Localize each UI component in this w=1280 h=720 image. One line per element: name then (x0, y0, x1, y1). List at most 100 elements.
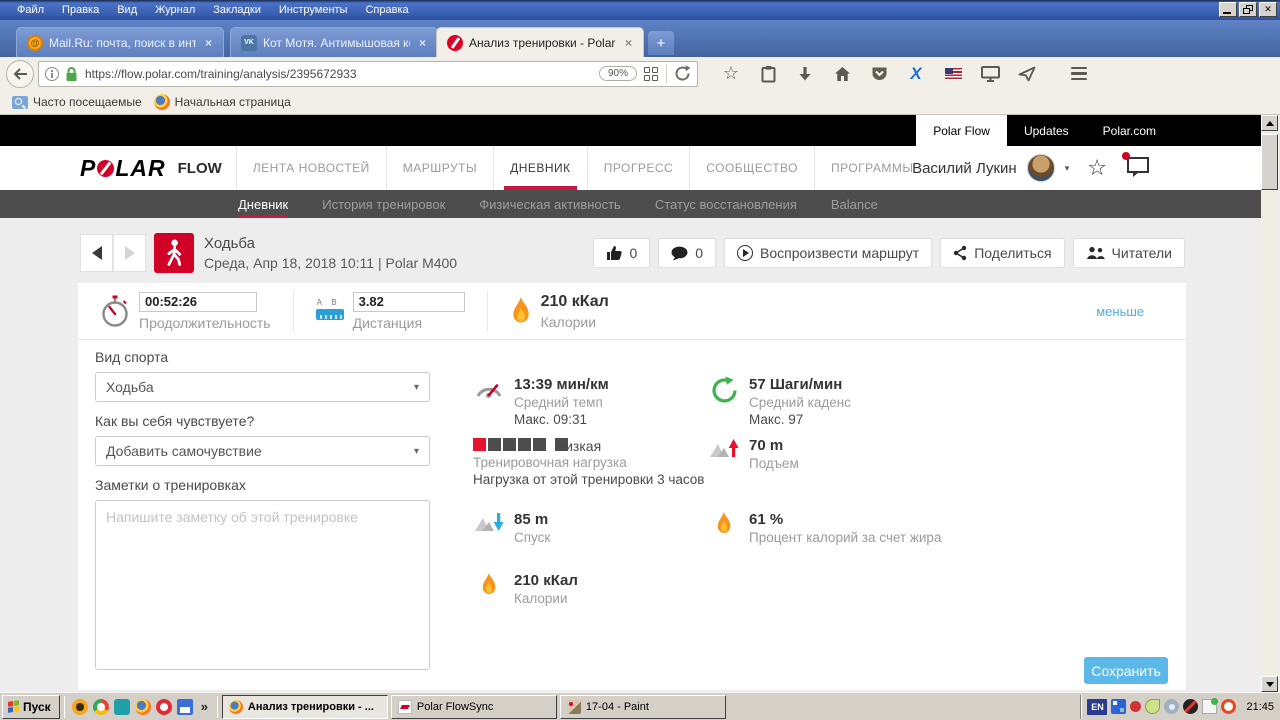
close-window-button[interactable]: ✕ (1259, 2, 1277, 17)
chevron-down-icon[interactable]: ▾ (1065, 163, 1070, 174)
bookmark-frequent[interactable]: Часто посещаемые (12, 95, 142, 109)
send-icon[interactable] (1012, 60, 1042, 88)
feeling-value: Добавить самочувствие (106, 443, 262, 459)
scroll-up-button[interactable] (1261, 115, 1278, 131)
stat-extra: Нагрузка от этой тренировки 3 часов (473, 472, 723, 489)
url-text[interactable]: https://flow.polar.com/training/analysis… (85, 67, 599, 81)
polar-favicon (447, 35, 463, 51)
readers-button[interactable]: Читатели (1073, 238, 1185, 268)
nav-diary[interactable]: ДНЕВНИК (493, 146, 587, 190)
notifications-icon[interactable] (1125, 155, 1151, 181)
nav-progress[interactable]: ПРОГРЕСС (587, 146, 690, 190)
tray-icon[interactable] (1202, 699, 1217, 714)
subnav-training-history[interactable]: История тренировок (322, 197, 445, 218)
tray-icon[interactable] (1145, 699, 1160, 714)
tab-close-icon[interactable]: × (622, 36, 635, 50)
bookmark-homepage[interactable]: Начальная страница (154, 94, 291, 110)
subnav-recovery-status[interactable]: Статус восстановления (655, 197, 797, 218)
polar-flow-tab[interactable]: Polar Flow (916, 115, 1007, 146)
polar-logo[interactable]: P LAR (80, 155, 166, 182)
nav-routes[interactable]: МАРШРУТЫ (386, 146, 493, 190)
tray-icon[interactable] (1164, 699, 1179, 714)
nav-feed[interactable]: ЛЕНТА НОВОСТЕЙ (236, 146, 386, 190)
polar-com-tab[interactable]: Polar.com (1086, 115, 1173, 146)
subnav-balance[interactable]: Balance (831, 197, 878, 218)
daemon-tools-icon[interactable] (72, 699, 88, 715)
tab-close-icon[interactable]: × (416, 36, 429, 50)
reload-icon[interactable] (674, 65, 691, 82)
minimize-button[interactable] (1219, 2, 1237, 17)
zoom-level-badge[interactable]: 90% (599, 66, 637, 81)
tab-mailru[interactable]: @ Mail.Ru: почта, поиск в инт... × (16, 27, 224, 57)
menu-file[interactable]: Файл (8, 2, 53, 18)
tray-icon[interactable] (1183, 699, 1198, 714)
stat-avg-pace: 13:39 мин/км Средний темп Макс. 09:31 (473, 376, 609, 427)
task-paint[interactable]: 17-04 - Paint (560, 695, 726, 719)
tab-polar-active[interactable]: Анализ тренировки - Polar F... × (436, 27, 644, 57)
tile-view-icon[interactable] (644, 67, 658, 81)
tray-icon[interactable] (1221, 699, 1236, 714)
menu-history[interactable]: Журнал (146, 2, 204, 18)
url-bar[interactable]: https://flow.polar.com/training/analysis… (38, 61, 698, 87)
sport-type-select[interactable]: Ходьба ▾ (95, 372, 430, 402)
pocket-icon[interactable] (864, 60, 894, 88)
less-link[interactable]: меньше (1096, 304, 1144, 319)
tab-close-icon[interactable]: × (202, 36, 215, 50)
menu-view[interactable]: Вид (108, 2, 146, 18)
play-route-button[interactable]: Воспроизвести маршрут (724, 238, 932, 268)
favorites-star-icon[interactable]: ☆ (1087, 155, 1107, 181)
menu-bookmarks[interactable]: Закладки (204, 2, 270, 18)
nav-community[interactable]: СООБЩЕСТВО (689, 146, 814, 190)
tray-icon[interactable] (1130, 701, 1141, 712)
duration-input[interactable] (139, 292, 257, 312)
share-button[interactable]: Поделиться (940, 238, 1064, 268)
scrollbar-thumb[interactable] (1261, 134, 1278, 190)
comment-button[interactable]: 0 (658, 238, 716, 268)
opera-icon[interactable] (156, 699, 172, 715)
start-button[interactable]: Пуск (2, 695, 60, 719)
menu-edit[interactable]: Правка (53, 2, 108, 18)
x-extension-icon[interactable]: X (901, 60, 931, 88)
flag-icon[interactable] (938, 60, 968, 88)
info-icon[interactable] (45, 67, 59, 81)
vertical-scrollbar[interactable] (1261, 115, 1278, 692)
readers-label: Читатели (1112, 245, 1172, 261)
task-flowsync[interactable]: Polar FlowSync (391, 695, 557, 719)
feeling-select[interactable]: Добавить самочувствие ▾ (95, 436, 430, 466)
save-button[interactable]: Сохранить (1084, 657, 1168, 684)
back-button[interactable] (6, 60, 34, 88)
menu-tools[interactable]: Инструменты (270, 2, 357, 18)
menu-hamburger-icon[interactable] (1064, 60, 1094, 88)
firefox-quicklaunch-icon[interactable] (135, 699, 151, 715)
app-icon[interactable] (114, 699, 130, 715)
avatar[interactable] (1027, 154, 1055, 182)
quick-launch-overflow[interactable]: » (201, 699, 208, 714)
restore-button[interactable] (1239, 2, 1257, 17)
stat-label: Спуск (514, 530, 550, 545)
new-tab-button[interactable]: + (648, 31, 674, 55)
updates-tab[interactable]: Updates (1007, 115, 1086, 146)
subnav-diary[interactable]: Дневник (238, 197, 288, 218)
save-floppy-icon[interactable] (177, 699, 193, 715)
like-button[interactable]: 0 (593, 238, 650, 268)
clipboard-icon[interactable] (753, 60, 783, 88)
monitor-icon[interactable] (975, 60, 1005, 88)
next-session-button[interactable] (113, 234, 146, 272)
language-indicator[interactable]: EN (1087, 699, 1107, 715)
notes-textarea[interactable] (95, 500, 430, 670)
home-icon[interactable] (827, 60, 857, 88)
downloads-icon[interactable] (790, 60, 820, 88)
tab-vk[interactable]: VK Кот Мотя. Антимышовая ко... × (230, 27, 438, 57)
flame-icon (473, 572, 505, 606)
chrome-icon[interactable] (93, 699, 109, 715)
subnav-activity[interactable]: Физическая активность (479, 197, 621, 218)
user-name[interactable]: Василий Лукин (912, 160, 1017, 177)
menu-help[interactable]: Справка (356, 2, 417, 18)
tray-icon[interactable] (1111, 699, 1126, 714)
task-firefox[interactable]: Анализ тренировки - ... (222, 695, 388, 719)
prev-session-button[interactable] (80, 234, 113, 272)
distance-input[interactable] (353, 292, 465, 312)
distance-label: Дистанция (353, 315, 465, 331)
bookmark-star-icon[interactable]: ☆ (716, 60, 746, 88)
scroll-down-button[interactable] (1261, 676, 1278, 692)
